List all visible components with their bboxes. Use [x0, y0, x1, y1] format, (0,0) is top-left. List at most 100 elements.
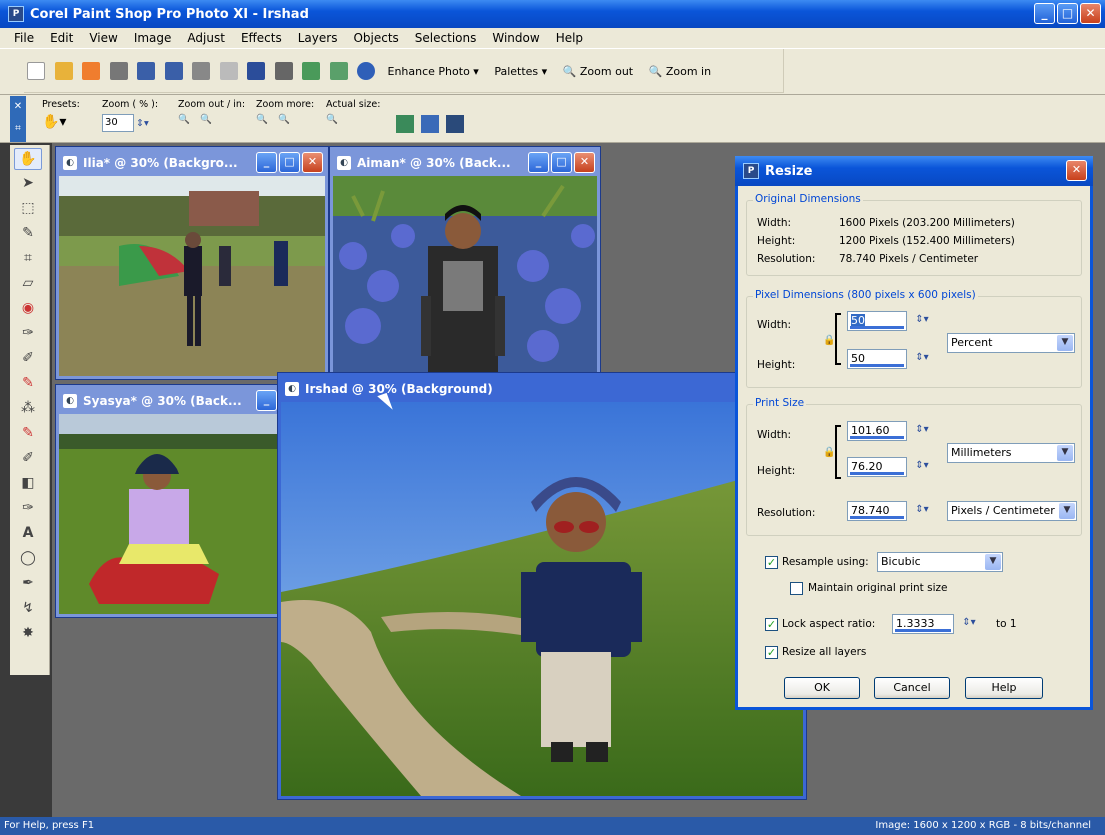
menu-objects[interactable]: Objects: [345, 31, 406, 45]
cancel-button[interactable]: Cancel: [874, 677, 950, 699]
eraser-icon[interactable]: ✐: [14, 448, 42, 470]
pen-tool-icon[interactable]: ✒: [14, 573, 42, 595]
dialog-close-button[interactable]: ✕: [1066, 160, 1087, 181]
print-width-input[interactable]: 101.60: [847, 421, 907, 441]
pixel-height-input[interactable]: 50: [847, 349, 907, 369]
resize-icon[interactable]: [274, 62, 293, 80]
pixel-width-input[interactable]: 50: [847, 311, 907, 331]
print-icon[interactable]: [192, 62, 210, 80]
menu-effects[interactable]: Effects: [233, 31, 290, 45]
zoom-in-small-icon[interactable]: 🔍: [200, 114, 218, 132]
info-icon[interactable]: [357, 62, 375, 80]
minimize-ilia-button[interactable]: _: [256, 152, 277, 173]
print-resolution-input[interactable]: 78.740: [847, 501, 907, 521]
image-window-aiman[interactable]: ◐ Aiman* @ 30% (Back... _ □ ✕: [330, 147, 600, 379]
menu-window[interactable]: Window: [484, 31, 547, 45]
menu-view[interactable]: View: [81, 31, 125, 45]
zoom-more-in-icon[interactable]: 🔍: [278, 114, 296, 132]
maximize-button[interactable]: □: [1057, 3, 1078, 24]
print-height-input[interactable]: 76.20: [847, 457, 907, 477]
ok-button[interactable]: OK: [784, 677, 860, 699]
help-button[interactable]: Help: [965, 677, 1043, 699]
menu-adjust[interactable]: Adjust: [179, 31, 233, 45]
menu-help[interactable]: Help: [548, 31, 591, 45]
new-icon[interactable]: [27, 62, 45, 80]
minimize-aiman-button[interactable]: _: [528, 152, 549, 173]
fit-image-icon[interactable]: [421, 115, 440, 133]
pixel-dimensions-group: Pixel Dimensions (800 pixels x 600 pixel…: [746, 289, 1082, 388]
learning-center-icon[interactable]: [329, 62, 348, 80]
full-screen-icon[interactable]: [446, 115, 465, 133]
lock-aspect-checkbox[interactable]: ✓: [765, 618, 778, 631]
photo-ilia: [59, 176, 325, 376]
browse-icon[interactable]: [82, 62, 100, 80]
aspect-ratio-input[interactable]: 1.3333: [892, 614, 954, 634]
zoom-out-button[interactable]: 🔍 Zoom out: [563, 65, 633, 78]
maximize-aiman-button[interactable]: □: [551, 152, 572, 173]
resize-all-layers-checkbox[interactable]: ✓: [765, 646, 778, 659]
save-as-icon[interactable]: [164, 62, 183, 80]
menu-image[interactable]: Image: [126, 31, 180, 45]
minimize-syasya-button[interactable]: _: [256, 390, 277, 411]
pixel-height-spin-icon[interactable]: ⇕▾: [909, 349, 935, 369]
fill-tool-icon[interactable]: ◧: [14, 473, 42, 495]
pan-preset-icon[interactable]: ✋▾: [42, 114, 66, 130]
pick-tool-icon[interactable]: ➤: [14, 173, 42, 195]
straighten-tool-icon[interactable]: ▱: [14, 273, 42, 295]
print-resolution-spin-icon[interactable]: ⇕▾: [909, 501, 935, 521]
image-window-syasya[interactable]: ◐ Syasya* @ 30% (Back... _: [56, 385, 282, 617]
print-unit-select[interactable]: Millimeters ▼: [947, 443, 1075, 463]
crop-tool-icon[interactable]: ⌗: [14, 248, 42, 270]
resample-checkbox[interactable]: ✓: [765, 556, 778, 569]
actual-size-icon[interactable]: 🔍: [326, 114, 344, 132]
enhance-photo-button[interactable]: Enhance Photo ▾: [388, 65, 479, 78]
zoom-spin-icon[interactable]: ⇕▾: [136, 118, 149, 129]
close-button[interactable]: ✕: [1080, 3, 1101, 24]
minimize-button[interactable]: _: [1034, 3, 1055, 24]
color-replacer-icon[interactable]: ✑: [14, 498, 42, 520]
lighten-darken-icon[interactable]: ✎: [14, 423, 42, 445]
pixel-width-spin-icon[interactable]: ⇕▾: [909, 311, 935, 331]
preset-shape-icon[interactable]: ◯: [14, 548, 42, 570]
zoom-more-out-icon[interactable]: 🔍: [256, 114, 274, 132]
fit-window-icon[interactable]: [396, 115, 414, 133]
pan-tool-icon[interactable]: ✋: [14, 148, 42, 170]
mesh-warp-icon[interactable]: ✸: [14, 623, 42, 645]
aspect-ratio-spin-icon[interactable]: ⇕▾: [956, 614, 982, 634]
close-aiman-button[interactable]: ✕: [574, 152, 595, 173]
palettes-button[interactable]: Palettes ▾: [494, 65, 547, 78]
pixel-unit-select[interactable]: Percent ▼: [947, 333, 1075, 353]
scan-icon[interactable]: [109, 62, 128, 80]
close-ilia-button[interactable]: ✕: [302, 152, 323, 173]
dropper-tool-icon[interactable]: ✎: [14, 223, 42, 245]
one-step-fix-icon[interactable]: [302, 62, 320, 80]
menu-file[interactable]: File: [6, 31, 42, 45]
scratch-remover-icon[interactable]: ✐: [14, 348, 42, 370]
print-height-spin-icon[interactable]: ⇕▾: [909, 457, 935, 477]
zoom-in-button[interactable]: 🔍 Zoom in: [649, 65, 711, 78]
open-icon[interactable]: [54, 62, 73, 80]
resolution-unit-select[interactable]: Pixels / Centimeter ▼: [947, 501, 1077, 521]
print-width-spin-icon[interactable]: ⇕▾: [909, 421, 935, 441]
zoom-percent-input[interactable]: 30: [102, 114, 134, 132]
undo-icon[interactable]: [219, 62, 238, 80]
maintain-print-size-checkbox[interactable]: ✓: [790, 582, 803, 595]
redo-icon[interactable]: [247, 62, 265, 80]
resample-method-select[interactable]: Bicubic ▼: [877, 552, 1003, 572]
paint-brush-icon[interactable]: ✎: [14, 373, 42, 395]
red-eye-tool-icon[interactable]: ◉: [14, 298, 42, 320]
text-tool-icon[interactable]: A: [14, 523, 42, 545]
selection-tool-icon[interactable]: ⬚: [14, 198, 42, 220]
warp-brush-icon[interactable]: ↯: [14, 598, 42, 620]
zoom-out-small-icon[interactable]: 🔍: [178, 114, 196, 132]
clone-tool-icon[interactable]: ✑: [14, 323, 42, 345]
options-bar-grip[interactable]: ✕ ⌗: [10, 96, 26, 142]
menu-edit[interactable]: Edit: [42, 31, 81, 45]
image-window-irshad[interactable]: ◐ Irshad @ 30% (Background): [278, 373, 806, 799]
menu-layers[interactable]: Layers: [290, 31, 346, 45]
airbrush-icon[interactable]: ⁂: [14, 398, 42, 420]
image-window-ilia[interactable]: ◐ Ilia* @ 30% (Backgro... _ □ ✕: [56, 147, 328, 379]
save-icon[interactable]: [137, 62, 155, 80]
menu-selections[interactable]: Selections: [407, 31, 485, 45]
maximize-ilia-button[interactable]: □: [279, 152, 300, 173]
